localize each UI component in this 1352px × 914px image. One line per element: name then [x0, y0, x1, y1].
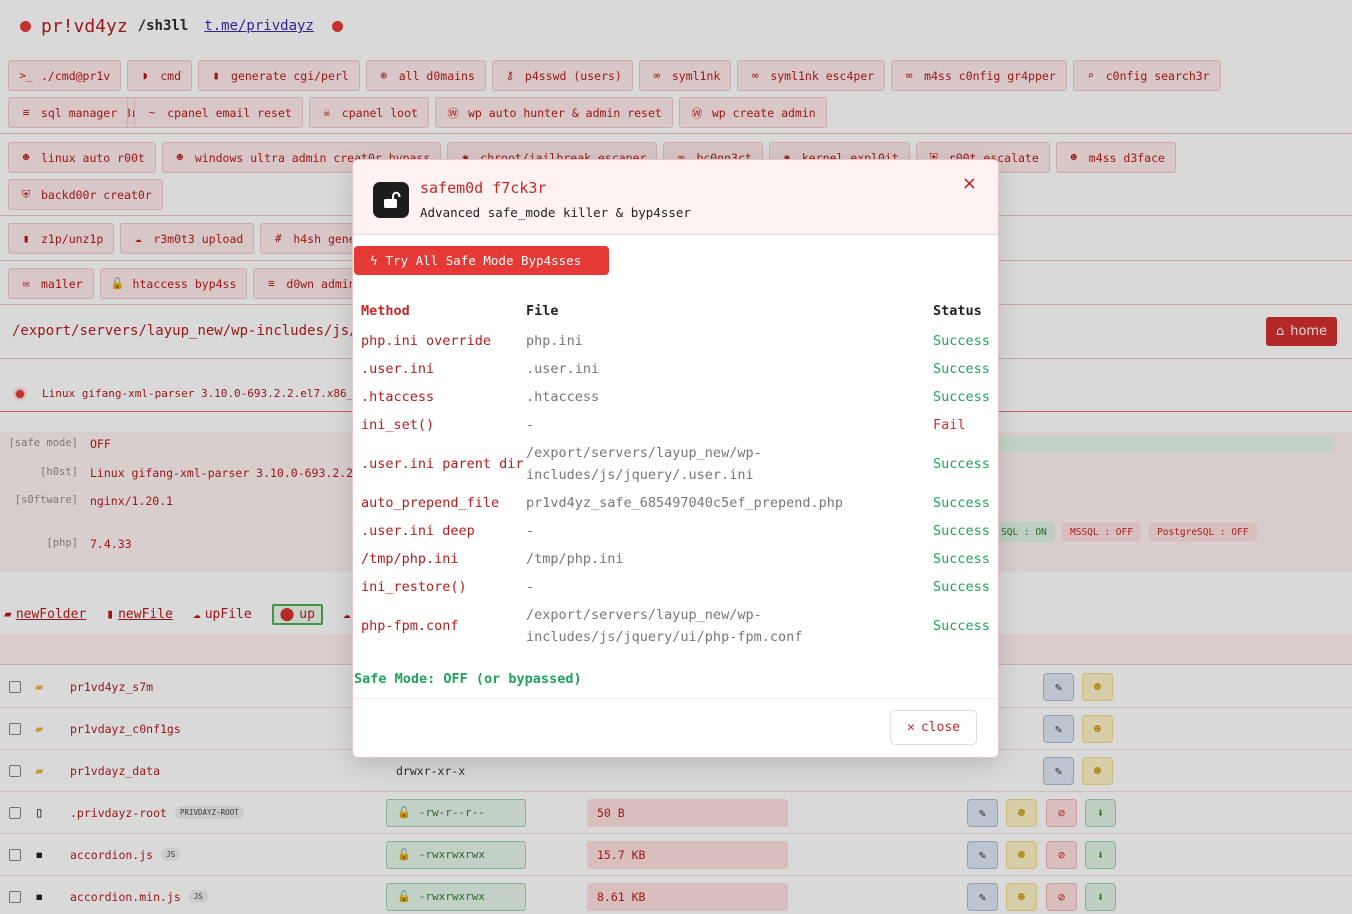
file-cell: - [526, 523, 535, 539]
column-header-file: File [526, 303, 559, 319]
status-cell: Fail [933, 417, 966, 433]
method-cell: .user.ini [361, 361, 435, 377]
modal-header: safem0d f7ck3r Advanced safe_mode killer… [353, 160, 998, 235]
status-cell: Success [933, 551, 990, 567]
result-row: php.ini override php.ini Success [361, 327, 993, 355]
modal-title: safem0d f7ck3r [420, 179, 547, 197]
method-cell: .htaccess [361, 389, 435, 405]
try-all-label: Try All Safe Mode Byp4sses [385, 253, 582, 268]
method-cell: ini_set() [361, 417, 435, 433]
result-row: .user.ini parent dir/export/servers/layu… [361, 439, 993, 489]
method-cell: .user.ini deep [361, 523, 475, 539]
status-cell: Success [933, 456, 990, 472]
column-header-status: Status [933, 303, 982, 319]
safemode-modal: safem0d f7ck3r Advanced safe_mode killer… [352, 159, 999, 758]
file-cell: - [526, 417, 535, 433]
method-cell: php-fpm.conf [361, 618, 459, 634]
close-icon[interactable]: × [962, 173, 977, 194]
result-row: .htaccess .htaccess Success [361, 383, 993, 411]
file-cell: /tmp/php.ini [526, 551, 624, 567]
column-header-method: Method [361, 303, 410, 319]
close-label: close [920, 720, 960, 735]
shell-page: pr!vd4yz /sh3ll t.me/privdayz >_ ./cmd@pr… [0, 0, 1352, 914]
method-cell: .user.ini parent dir [361, 456, 524, 472]
file-cell: /export/servers/layup_new/wp-includes/js… [526, 607, 803, 645]
result-row: .user.ini deep - Success [361, 517, 993, 545]
close-icon: ✕ [907, 720, 915, 735]
status-cell: Success [933, 579, 990, 595]
status-cell: Success [933, 618, 990, 634]
safe-mode-status: Safe Mode: OFF (or bypassed) [354, 671, 582, 687]
status-cell: Success [933, 333, 990, 349]
status-cell: Success [933, 495, 990, 511]
file-cell: .htaccess [526, 389, 600, 405]
method-cell: php.ini override [361, 333, 492, 349]
file-cell: .user.ini [526, 361, 600, 377]
try-all-bypasses-button[interactable]: ϟ Try All Safe Mode Byp4sses [354, 246, 609, 275]
status-cell: Success [933, 361, 990, 377]
result-row: auto_prepend_file pr1vd4yz_safe_685497040… [361, 489, 993, 517]
file-cell: php.ini [526, 333, 583, 349]
result-row: ini_restore() - Success [361, 573, 993, 601]
method-cell: auto_prepend_file [361, 495, 500, 511]
status-cell: Success [933, 523, 990, 539]
method-cell: ini_restore() [361, 579, 467, 595]
close-button[interactable]: ✕ close [890, 710, 977, 745]
result-row: php-fpm.conf/export/servers/layup_new/wp… [361, 601, 993, 651]
unlock-icon [373, 182, 409, 218]
file-cell: pr1vd4yz_safe_685497040c5ef_prepend.php [526, 495, 843, 511]
file-cell: - [526, 579, 535, 595]
bolt-icon: ϟ [370, 253, 378, 268]
modal-subtitle: Advanced safe_mode killer & byp4sser [420, 205, 691, 220]
status-cell: Success [933, 389, 990, 405]
bypass-results-table: Method File Status php.ini override php.i… [361, 297, 993, 651]
result-row: .user.ini .user.ini Success [361, 355, 993, 383]
result-row: /tmp/php.ini/tmp/php.ini Success [361, 545, 993, 573]
result-row: ini_set() - Fail [361, 411, 993, 439]
method-cell: /tmp/php.ini [361, 551, 459, 567]
file-cell: /export/servers/layup_new/wp-includes/js… [526, 445, 762, 483]
